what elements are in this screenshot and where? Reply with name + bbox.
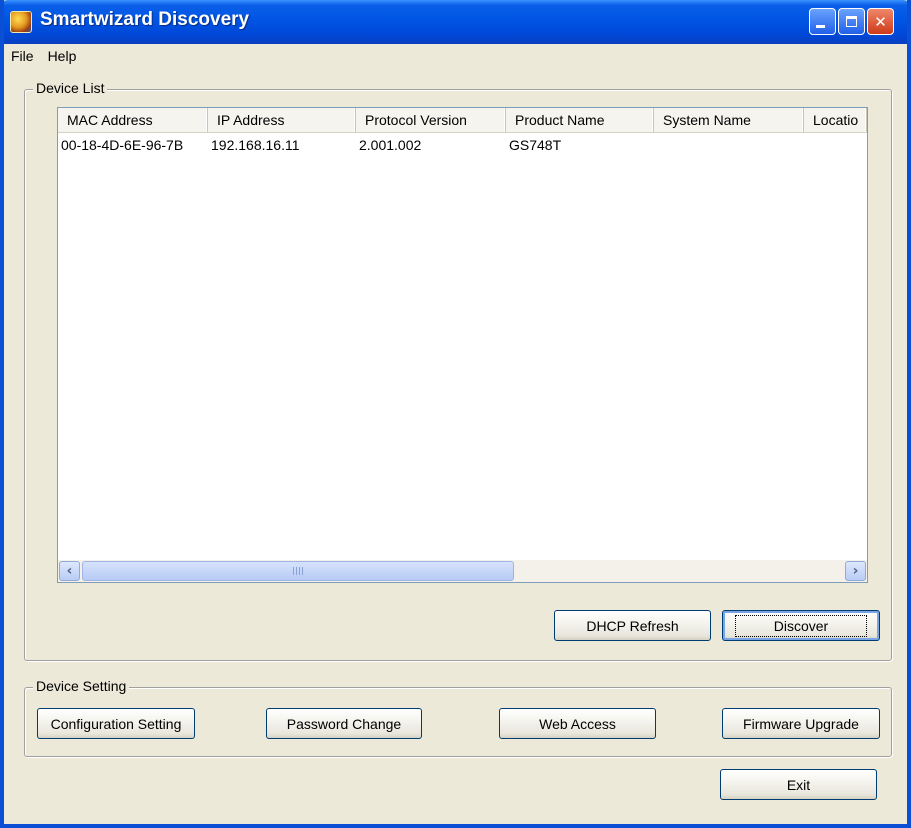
cell-mac: 00-18-4D-6E-96-7B [61,137,184,153]
scroll-thumb[interactable] [82,561,514,581]
minimize-icon [816,25,825,28]
maximize-icon [846,16,857,27]
table-row[interactable]: 00-18-4D-6E-96-7B 192.168.16.11 2.001.00… [58,133,867,155]
cell-location [804,133,867,155]
discover-button[interactable]: Discover [722,610,880,641]
chevron-left-icon: ‹ [66,563,73,579]
device-setting-label: Device Setting [33,678,130,694]
column-header-location[interactable]: Locatio [804,108,867,132]
firmware-upgrade-button[interactable]: Firmware Upgrade [722,708,880,739]
dhcp-refresh-button[interactable]: DHCP Refresh [554,610,711,641]
web-access-button[interactable]: Web Access [499,708,656,739]
horizontal-scrollbar[interactable]: ‹ › [58,560,867,582]
column-headers: MAC Address IP Address Protocol Version … [58,108,867,133]
cell-protocol: 2.001.002 [359,137,422,153]
app-logo-icon [10,11,32,33]
password-change-button[interactable]: Password Change [266,708,422,739]
cell-product: GS748T [509,137,562,153]
column-header-protocol[interactable]: Protocol Version [356,108,506,132]
cell-system-name [654,133,804,155]
device-list-group: Device List MAC Address IP Address Proto… [24,80,892,661]
discover-button-label: Discover [734,614,868,637]
menu-file[interactable]: File [4,44,41,68]
scroll-right-button[interactable]: › [845,561,866,581]
exit-button[interactable]: Exit [720,769,877,800]
column-header-mac[interactable]: MAC Address [58,108,208,132]
device-list-label: Device List [33,80,108,96]
minimize-button[interactable] [809,8,836,35]
device-setting-group: Device Setting Configuration Setting Pas… [24,678,892,757]
cell-ip: 192.168.16.11 [211,137,300,153]
column-header-system-name[interactable]: System Name [654,108,804,132]
column-header-ip[interactable]: IP Address [208,108,356,132]
scroll-left-button[interactable]: ‹ [59,561,80,581]
grip-icon [293,567,303,575]
close-button[interactable]: ✕ [867,8,894,35]
maximize-button[interactable] [838,8,865,35]
window-title: Smartwizard Discovery [40,9,250,30]
device-list-view[interactable]: MAC Address IP Address Protocol Version … [57,107,868,583]
column-header-product[interactable]: Product Name [506,108,654,132]
chevron-right-icon: › [852,563,859,579]
menu-help[interactable]: Help [41,44,84,68]
close-icon: ✕ [874,12,887,31]
title-bar[interactable]: Smartwizard Discovery ✕ [4,0,907,44]
configuration-setting-button[interactable]: Configuration Setting [37,708,195,739]
app-window: Smartwizard Discovery ✕ File Help Device… [0,0,911,828]
menu-bar: File Help [4,44,907,68]
